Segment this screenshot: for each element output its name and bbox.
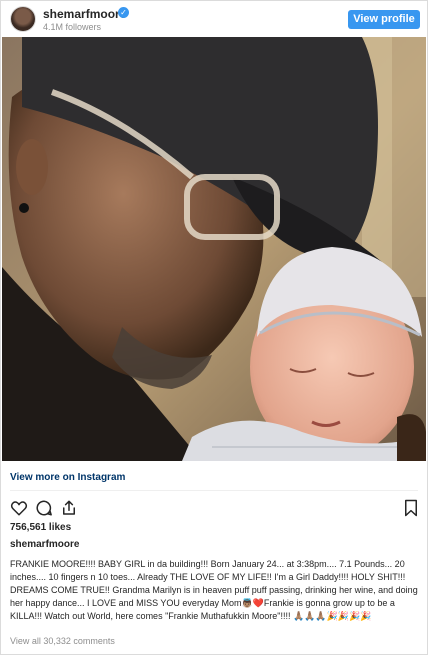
divider — [10, 490, 418, 491]
instagram-embed-card: shemarfmoore ✓ 4.1M followers View profi… — [0, 0, 428, 655]
follower-count: 4.1M followers — [43, 22, 102, 32]
username[interactable]: shemarfmoore — [43, 7, 126, 21]
caption-username[interactable]: shemarfmoore — [10, 539, 79, 550]
verified-badge-icon: ✓ — [118, 7, 129, 18]
bookmark-icon[interactable] — [402, 499, 420, 522]
view-profile-button[interactable]: View profile — [348, 10, 420, 29]
like-count: 756,561 likes — [10, 522, 72, 533]
view-comments-link[interactable]: View all 30,332 comments — [10, 636, 115, 646]
post-photo[interactable] — [2, 37, 426, 461]
post-caption: FRANKIE MOORE!!!! BABY GIRL in da buildi… — [10, 559, 421, 621]
share-icon[interactable] — [60, 499, 78, 522]
heart-icon[interactable] — [10, 499, 28, 522]
comment-icon[interactable] — [35, 499, 53, 522]
avatar[interactable] — [11, 7, 35, 31]
action-bar — [10, 499, 420, 517]
post-header: shemarfmoore ✓ 4.1M followers View profi… — [1, 1, 427, 37]
view-more-link[interactable]: View more on Instagram — [10, 472, 125, 483]
